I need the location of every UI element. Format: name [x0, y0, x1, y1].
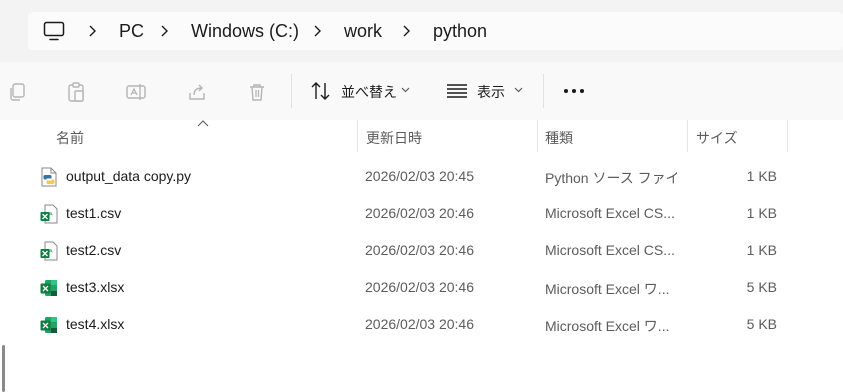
excel-workbook-icon — [40, 280, 57, 296]
command-bar: 並べ替え 表示 — [0, 62, 843, 121]
file-row[interactable]: test4.xlsx 2026/02/03 20:46 Microsoft Ex… — [0, 306, 843, 343]
column-header-name[interactable]: 名前 — [56, 128, 84, 148]
sort-ascending-icon — [197, 120, 209, 127]
delete-icon[interactable] — [246, 81, 268, 103]
breadcrumb-chevron-icon[interactable] — [312, 24, 322, 38]
file-size: 5 KB — [746, 316, 777, 332]
breadcrumb-work[interactable]: work — [344, 20, 382, 42]
column-header-size[interactable]: サイズ — [696, 128, 738, 148]
file-size: 1 KB — [746, 205, 777, 221]
excel-csv-icon: a, — [40, 204, 58, 224]
paste-icon[interactable] — [65, 81, 87, 103]
computer-icon[interactable] — [43, 21, 65, 41]
view-list-icon — [447, 84, 467, 98]
toolbar-divider — [543, 74, 544, 108]
file-modified: 2026/02/03 20:45 — [365, 168, 474, 184]
more-options-icon[interactable] — [562, 80, 586, 102]
sort-button[interactable]: 並べ替え — [308, 76, 418, 106]
column-resize-handle[interactable] — [687, 120, 688, 152]
file-name: test2.csv — [66, 242, 122, 258]
column-resize-handle[interactable] — [357, 120, 358, 152]
chevron-down-icon — [514, 87, 523, 93]
breadcrumb-drive[interactable]: Windows (C:) — [191, 20, 299, 42]
chevron-down-icon — [401, 87, 410, 93]
file-size: 1 KB — [746, 242, 777, 258]
column-header-modified[interactable]: 更新日時 — [366, 128, 422, 148]
file-type: Python ソース ファイル — [545, 170, 677, 186]
column-header-type[interactable]: 種類 — [545, 128, 573, 148]
breadcrumb-chevron-icon[interactable] — [87, 24, 97, 38]
file-row[interactable]: test3.xlsx 2026/02/03 20:46 Microsoft Ex… — [0, 269, 843, 306]
file-modified: 2026/02/03 20:46 — [365, 205, 474, 221]
file-modified: 2026/02/03 20:46 — [365, 316, 474, 332]
view-button[interactable]: 表示 — [444, 76, 526, 106]
breadcrumb-chevron-icon[interactable] — [401, 24, 411, 38]
rename-icon[interactable] — [125, 81, 147, 103]
file-type: Microsoft Excel ワ... — [545, 281, 670, 297]
file-type: Microsoft Excel ワ... — [545, 318, 670, 334]
svg-text:a,: a, — [49, 248, 54, 254]
file-type: Microsoft Excel CS... — [545, 242, 675, 258]
navigation-pane-scrollbar[interactable] — [2, 345, 5, 392]
file-row[interactable]: output_data copy.py 2026/02/03 20:45 Pyt… — [0, 158, 843, 195]
view-label: 表示 — [477, 84, 505, 100]
file-size: 5 KB — [746, 279, 777, 295]
share-icon[interactable] — [186, 81, 208, 103]
breadcrumb-pc[interactable]: PC — [119, 20, 144, 42]
column-resize-handle[interactable] — [787, 120, 788, 152]
file-name: test4.xlsx — [66, 316, 125, 332]
excel-workbook-icon — [40, 317, 57, 333]
column-resize-handle[interactable] — [537, 120, 538, 152]
sort-label: 並べ替え — [341, 84, 397, 100]
file-size: 1 KB — [746, 168, 777, 184]
sort-icon — [311, 82, 330, 100]
file-name: test1.csv — [66, 205, 122, 221]
excel-csv-icon: a, — [40, 241, 58, 261]
toolbar-divider — [291, 74, 292, 108]
breadcrumb-python[interactable]: python — [433, 20, 487, 42]
svg-text:a,: a, — [49, 211, 54, 217]
file-row[interactable]: a, test1.csv 2026/02/03 20:46 Microsoft … — [0, 195, 843, 232]
copy-icon[interactable] — [6, 81, 28, 103]
file-name: output_data copy.py — [66, 168, 192, 184]
address-bar-area: PC Windows (C:) work python — [0, 0, 843, 62]
breadcrumb-chevron-icon[interactable] — [159, 24, 169, 38]
file-row[interactable]: a, test2.csv 2026/02/03 20:46 Microsoft … — [0, 232, 843, 269]
column-header-row: 名前 更新日時 種類 サイズ — [0, 120, 843, 152]
file-type: Microsoft Excel CS... — [545, 205, 675, 221]
file-modified: 2026/02/03 20:46 — [365, 242, 474, 258]
python-file-icon — [41, 167, 57, 187]
address-bar[interactable]: PC Windows (C:) work python — [28, 12, 843, 50]
file-name: test3.xlsx — [66, 279, 125, 295]
file-modified: 2026/02/03 20:46 — [365, 279, 474, 295]
